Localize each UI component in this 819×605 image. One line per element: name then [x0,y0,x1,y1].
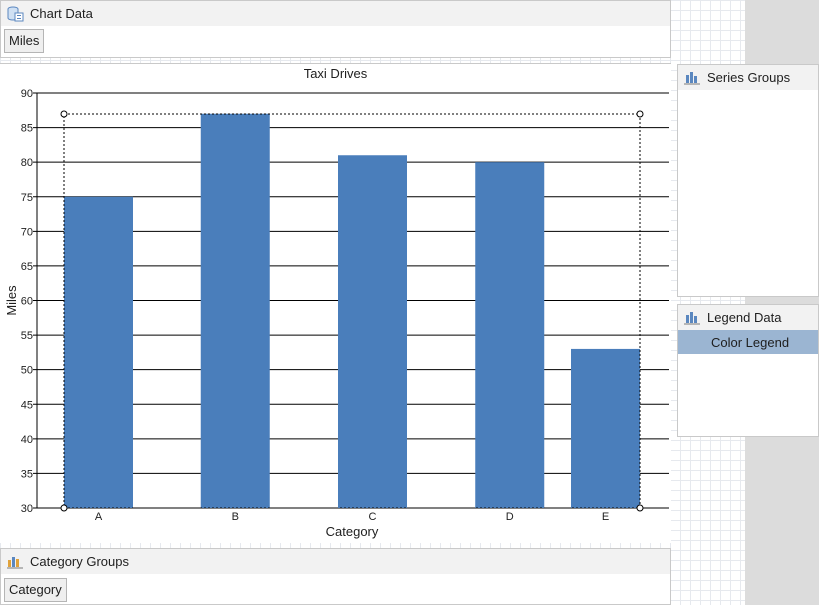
resize-handle[interactable] [60,504,68,512]
y-tick-label: 50 [21,365,33,377]
bar-group-icon [684,71,700,84]
y-tick-label: 45 [21,399,33,411]
chart-data-panel: Chart Data [0,0,671,58]
series-groups-panel: Series Groups [677,64,819,297]
legend-data-header: Legend Data [678,305,818,330]
x-tick-label: A [95,511,103,523]
x-tick-label: E [602,511,609,523]
y-tick-label: 70 [21,226,33,238]
y-tick-label: 80 [21,157,33,169]
y-tick-label: 60 [21,296,33,308]
y-axis-title: Miles [4,285,19,316]
legend-data-panel: Legend Data Color Legend [677,304,819,437]
y-tick-label: 90 [21,88,33,100]
category-groups-title: Category Groups [30,554,129,569]
y-tick-label: 55 [21,330,33,342]
resize-handle[interactable] [636,110,644,118]
chart-title: Taxi Drives [304,66,368,81]
y-tick-label: 30 [21,503,33,515]
y-tick-label: 85 [21,123,33,135]
series-groups-title: Series Groups [707,70,791,85]
y-tick-label: 40 [21,434,33,446]
bar-E[interactable] [571,348,640,508]
y-tick-label: 75 [21,192,33,204]
legend-icon [684,311,700,324]
series-groups-header: Series Groups [678,65,818,90]
bar-C[interactable] [338,155,407,508]
resize-handle[interactable] [636,504,644,512]
bar-A[interactable] [64,196,133,508]
y-tick-label: 35 [21,468,33,480]
x-tick-label: D [506,511,514,523]
category-groups-header: Category Groups [1,549,670,574]
y-tick-label: 65 [21,261,33,273]
category-groups-panel: Category Groups [0,548,671,605]
database-icon [7,6,24,21]
bar-D[interactable] [475,162,545,508]
miles-value-tag[interactable]: Miles [4,29,45,53]
legend-data-title: Legend Data [707,310,782,325]
chart-area[interactable]: Taxi Drives 30 35 40 45 50 55 60 65 70 75 80 85 90 A B C… [0,63,671,543]
chart-data-title: Chart Data [30,6,93,21]
bar-B[interactable] [200,113,270,508]
bar-chart[interactable]: Taxi Drives 30 35 40 45 50 55 60 65 70 75 80 85 90 A B C… [0,64,671,544]
category-group-icon [7,556,23,568]
x-axis-title: Category [326,524,379,539]
resize-handle[interactable] [60,110,68,118]
category-group-tag[interactable]: Category [4,578,67,602]
chart-data-header: Chart Data [1,1,670,26]
legend-item-color-legend[interactable]: Color Legend [678,330,818,354]
x-tick-label: B [232,511,239,523]
x-tick-label: C [369,511,377,523]
